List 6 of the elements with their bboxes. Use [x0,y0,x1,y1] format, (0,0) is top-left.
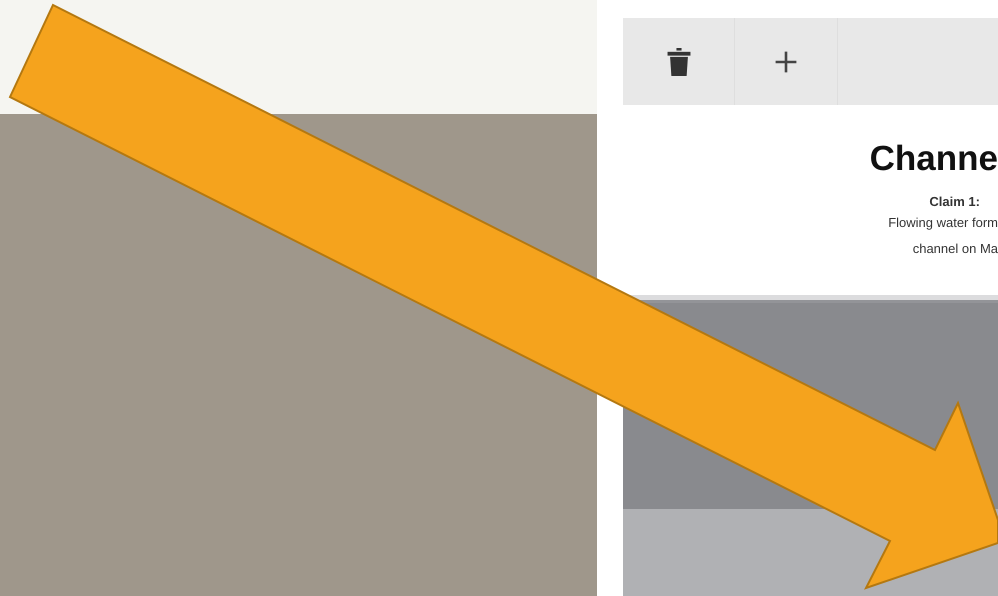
claim-label: Claim 1: [929,194,980,209]
card-title: Channe [870,139,998,178]
claim-text: Flowing water form [888,215,998,230]
add-icon [774,50,798,74]
claim-text: channel on Ma [912,241,998,256]
delete-icon [667,48,690,76]
